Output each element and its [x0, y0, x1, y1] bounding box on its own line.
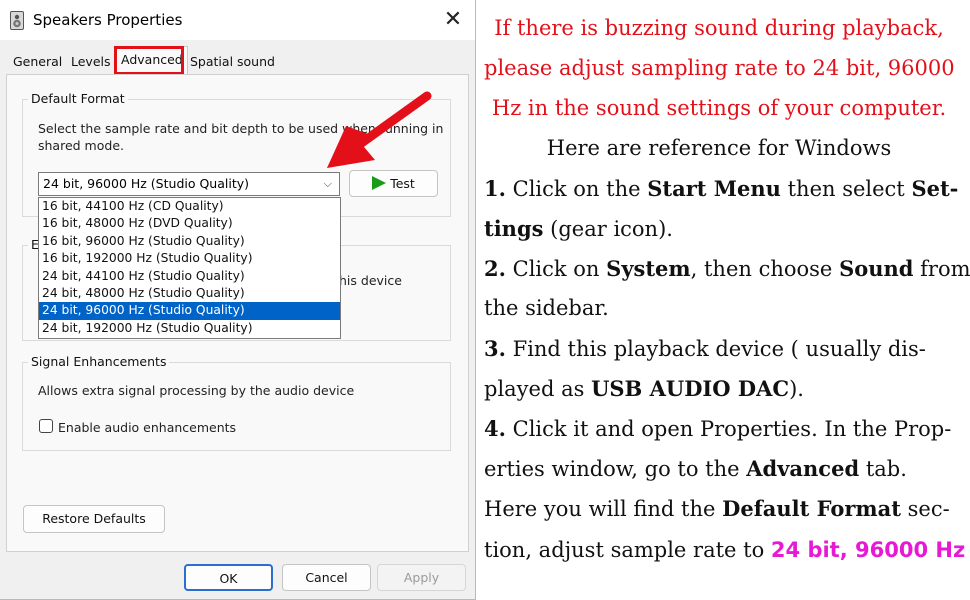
step-1-line-1: 1. Click on the Start Menu then select S…	[484, 176, 958, 201]
cancel-button[interactable]: Cancel	[282, 564, 371, 591]
tab-general[interactable]: General	[9, 51, 66, 73]
step-2-line-1: 2. Click on System, then choose Sound fr…	[484, 256, 970, 281]
intro-line-1: If there is buzzing sound during playbac…	[494, 16, 944, 40]
step-1-text-c: then select	[787, 177, 905, 201]
step-2-number: 2.	[484, 256, 506, 281]
sample-rate-dropdown-list: 16 bit, 44100 Hz (CD Quality) 16 bit, 48…	[38, 197, 341, 339]
step-4-text-a: Click it and open Properties. In the Pro…	[512, 417, 952, 441]
step-1-number: 1.	[484, 176, 506, 201]
step-4-text-h: tion, adjust sample rate to	[484, 538, 765, 562]
close-button[interactable]: ✕	[438, 6, 468, 34]
sample-rate-selected-value: 24 bit, 96000 Hz (Studio Quality)	[43, 176, 250, 191]
step-2-line-2: the sidebar.	[484, 296, 609, 320]
title-bar: Speakers Properties ✕	[0, 0, 475, 40]
step-2-text-a: Click on	[512, 257, 600, 281]
step-4-text-b: erties window, go to the	[484, 457, 740, 481]
option-16bit-192000[interactable]: 16 bit, 192000 Hz (Studio Quality)	[39, 250, 340, 267]
step-2-sound: Sound	[839, 256, 914, 281]
step-4-text-d: tab.	[865, 457, 907, 481]
option-24bit-48000[interactable]: 24 bit, 48000 Hz (Studio Quality)	[39, 285, 340, 302]
step-4-text-e: Here you will find the	[484, 497, 716, 521]
play-icon	[372, 176, 387, 190]
step-3-line-1: 3. Find this playback device ( usually d…	[484, 336, 926, 361]
step-3-text-b: played as	[484, 377, 585, 401]
step-1-line-2: tings (gear icon).	[484, 216, 673, 241]
chevron-down-icon: ⌵	[323, 177, 332, 190]
test-button[interactable]: Test	[349, 170, 438, 197]
intro-line-2: please adjust sampling rate to 24 bit, 9…	[484, 56, 955, 80]
step-4-line-3: Here you will find the Default Format se…	[484, 496, 950, 521]
default-format-title: Default Format	[28, 91, 128, 106]
subtitle: Here are reference for Windows	[546, 136, 892, 160]
step-4-number: 4.	[484, 416, 506, 441]
step-1-settings-part2: tings	[484, 216, 544, 241]
dialog-title: Speakers Properties	[33, 11, 183, 29]
default-format-description-line2: shared mode.	[38, 138, 124, 153]
step-2-system: System	[606, 256, 691, 281]
signal-enhancements-title: Signal Enhancements	[28, 354, 170, 369]
step-2-text-e: from	[920, 257, 970, 281]
option-24bit-192000[interactable]: 24 bit, 192000 Hz (Studio Quality)	[39, 320, 340, 337]
signal-enhancements-group	[22, 362, 451, 451]
step-3-number: 3.	[484, 336, 506, 361]
enable-audio-enhancements-checkbox[interactable]	[39, 419, 53, 433]
option-16bit-96000[interactable]: 16 bit, 96000 Hz (Studio Quality)	[39, 233, 340, 250]
restore-defaults-button[interactable]: Restore Defaults	[23, 505, 165, 533]
step-4-advanced: Advanced	[746, 456, 860, 481]
step-1-text-a: Click on the	[512, 177, 641, 201]
speakers-properties-dialog: Speakers Properties ✕ General Levels Adv…	[0, 0, 476, 600]
option-24bit-44100[interactable]: 24 bit, 44100 Hz (Studio Quality)	[39, 268, 340, 285]
step-3-usb-audio-dac: USB AUDIO DAC	[591, 376, 790, 401]
step-3-line-2: played as USB AUDIO DAC).	[484, 376, 804, 401]
tab-levels[interactable]: Levels	[67, 51, 115, 73]
signal-enhancements-description: Allows extra signal processing by the au…	[38, 383, 355, 398]
step-4-line-2: erties window, go to the Advanced tab.	[484, 456, 907, 481]
step-1-start-menu: Start Menu	[647, 176, 781, 201]
apply-button[interactable]: Apply	[377, 564, 466, 591]
default-format-description-line1: Select the sample rate and bit depth to …	[38, 121, 444, 136]
step-1-text-f: (gear icon).	[550, 217, 673, 241]
step-3-text-a: Find this playback device ( usually dis-	[512, 337, 926, 361]
step-2-text-c: , then choose	[690, 257, 833, 281]
step-3-text-d: ).	[789, 377, 804, 401]
enable-audio-enhancements-label[interactable]: Enable audio enhancements	[58, 419, 236, 436]
step-4-line-1: 4. Click it and open Properties. In the …	[484, 416, 951, 441]
option-16bit-44100[interactable]: 16 bit, 44100 Hz (CD Quality)	[39, 198, 340, 215]
step-4-line-4: tion, adjust sample rate to 24 bit, 9600…	[484, 538, 965, 562]
step-1-settings-part1: Set-	[911, 176, 959, 201]
test-button-label: Test	[390, 176, 415, 191]
intro-line-3: Hz in the sound settings of your compute…	[491, 96, 947, 120]
tab-spatial-sound[interactable]: Spatial sound	[186, 51, 279, 73]
advanced-tab-highlight-box	[114, 46, 184, 75]
step-4-text-g: sec-	[907, 497, 950, 521]
sample-rate-select[interactable]: 24 bit, 96000 Hz (Studio Quality) ⌵	[38, 172, 340, 196]
option-16bit-48000[interactable]: 16 bit, 48000 Hz (DVD Quality)	[39, 215, 340, 232]
speaker-icon	[10, 11, 24, 30]
step-4-target-rate: 24 bit, 96000 Hz	[770, 538, 966, 562]
step-4-default-format: Default Format	[722, 496, 901, 521]
option-24bit-96000-selected[interactable]: 24 bit, 96000 Hz (Studio Quality)	[39, 302, 340, 320]
exclusive-mode-text-fragment: his device	[339, 273, 402, 288]
ok-button[interactable]: OK	[184, 564, 273, 591]
